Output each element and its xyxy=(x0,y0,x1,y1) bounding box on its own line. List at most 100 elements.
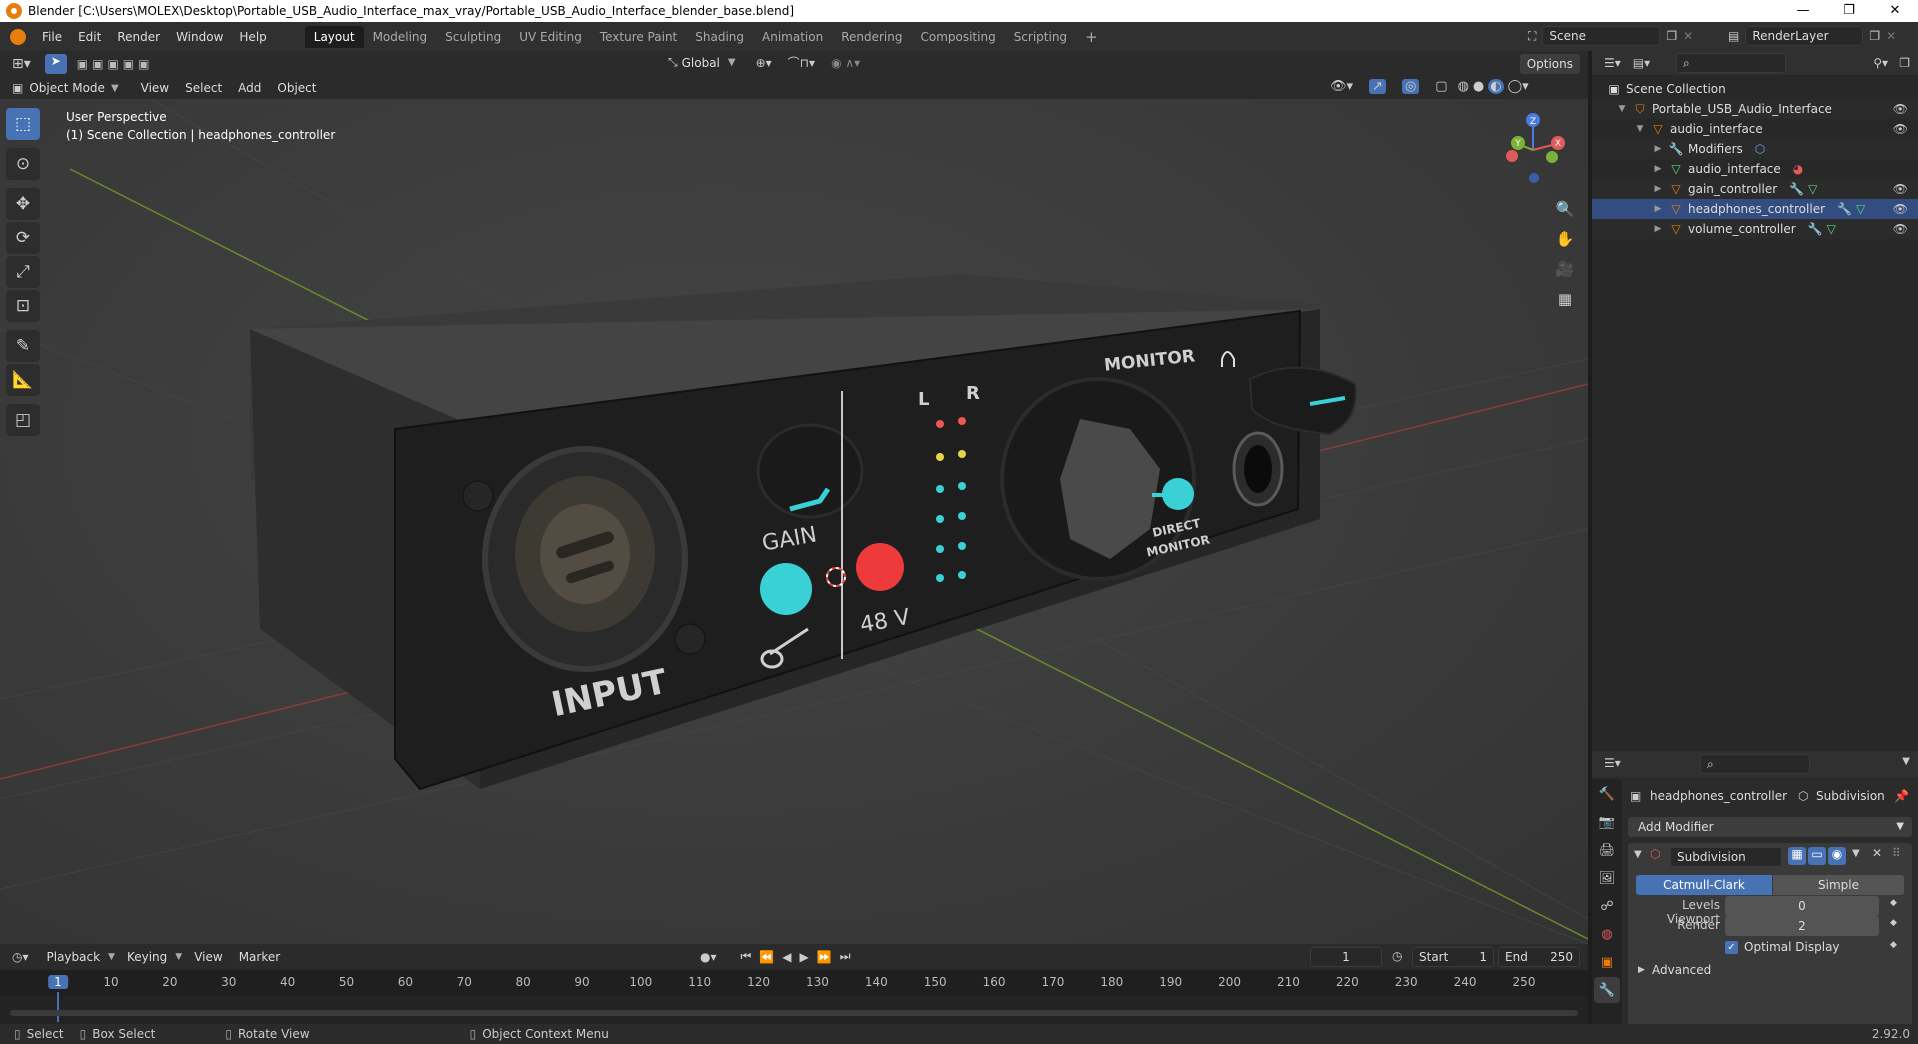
camera-icon[interactable]: 🎥 xyxy=(1552,256,1578,282)
levels-viewport-field[interactable]: 0 xyxy=(1725,896,1879,916)
jump-end-icon[interactable]: ⏭ xyxy=(840,949,851,964)
options-dropdown[interactable]: Options xyxy=(1519,54,1580,74)
drag-handle-icon[interactable]: ⠿ xyxy=(1892,846,1901,860)
3d-viewport[interactable]: INPUT GAIN 48 V L R MONITOR DIRECT MONIT… xyxy=(0,99,1588,944)
eye-icon[interactable]: 👁 xyxy=(1893,219,1908,239)
tab-texture-paint[interactable]: Texture Paint xyxy=(591,26,686,48)
advanced-arrow-icon[interactable]: ▶ xyxy=(1638,965,1645,975)
viewport-menu-add[interactable]: Add xyxy=(230,81,269,95)
editor-type-icon[interactable]: ⊞▾ xyxy=(12,56,31,72)
menu-edit[interactable]: Edit xyxy=(70,30,109,44)
render-levels-field[interactable]: 2 xyxy=(1725,916,1879,936)
visibility-icon[interactable]: 👁▾ xyxy=(1330,79,1353,94)
current-frame-field[interactable]: 1 xyxy=(1310,947,1382,967)
world-tab-icon[interactable]: ◍ xyxy=(1594,921,1620,947)
timeline-playback-menu[interactable]: Playback xyxy=(39,950,109,964)
scale-tool-icon[interactable]: ⤢ xyxy=(6,256,40,288)
expand-arrow-icon[interactable]: ▶ xyxy=(1652,219,1664,239)
orientation-dropdown[interactable]: Global xyxy=(682,56,720,70)
play-icon[interactable]: ▶ xyxy=(800,950,809,964)
object-tab-icon[interactable]: ▣ xyxy=(1594,949,1620,975)
expand-arrow-icon[interactable]: ▼ xyxy=(1616,99,1628,119)
cursor-tool-icon[interactable]: ⊙ xyxy=(6,148,40,180)
view-layer-tab-icon[interactable]: 🖼 xyxy=(1594,865,1620,891)
outliner-row-headphones-controller[interactable]: ▶ ▽ headphones_controller 🔧 ▽ 👁 xyxy=(1592,199,1918,219)
minimize-button[interactable]: — xyxy=(1780,0,1826,22)
properties-editor-icon[interactable]: ☰▾ xyxy=(1604,756,1621,770)
viewport-menu-select[interactable]: Select xyxy=(177,81,230,95)
collapse-arrow-icon[interactable]: ▼ xyxy=(1634,849,1642,860)
eye-icon[interactable]: 👁 xyxy=(1893,179,1908,199)
mode-dropdown[interactable]: Object Mode xyxy=(29,81,105,95)
scene-tab-icon[interactable]: ☍ xyxy=(1594,893,1620,919)
optimal-display-checkbox[interactable]: ✓ xyxy=(1725,941,1738,954)
timeline-ruler[interactable]: 1 10 20 30 40 50 60 70 80 90 100 110 120 130 140 150 160… xyxy=(0,970,1588,1022)
select-box-tool-icon[interactable]: ⬚ xyxy=(6,108,40,140)
render-tab-icon[interactable]: 📷 xyxy=(1594,809,1620,835)
tab-sculpting[interactable]: Sculpting xyxy=(436,26,510,48)
outliner-row-audio-interface-mesh[interactable]: ▶ ▽ audio_interface ◕ xyxy=(1592,159,1918,179)
tab-rendering[interactable]: Rendering xyxy=(832,26,911,48)
menu-file[interactable]: File xyxy=(34,30,70,44)
gizmo-toggle-icon[interactable]: ↗ xyxy=(1369,79,1386,94)
pin-icon[interactable]: 📌 xyxy=(1894,789,1909,803)
zoom-icon[interactable]: 🔍 xyxy=(1552,196,1578,222)
close-button[interactable]: ✕ xyxy=(1872,0,1918,22)
expand-arrow-icon[interactable]: ▶ xyxy=(1652,159,1664,179)
tab-scripting[interactable]: Scripting xyxy=(1005,26,1076,48)
annotate-tool-icon[interactable]: ✎ xyxy=(6,330,40,362)
keyframe-dot-icon[interactable]: ◆ xyxy=(1890,918,1897,928)
pivot-icon[interactable]: ⊕▾ xyxy=(756,56,772,70)
overlay-toggle-icon[interactable]: ◎ xyxy=(1401,79,1420,94)
outliner-row-modifiers[interactable]: ▶ 🔧 Modifiers ⬡ xyxy=(1592,139,1918,159)
tab-uv-editing[interactable]: UV Editing xyxy=(510,26,591,48)
edit-mode-toggle-icon[interactable]: ▦ xyxy=(1788,847,1806,865)
outliner-scene-collection[interactable]: ▣ Scene Collection xyxy=(1592,79,1918,99)
outliner-row-audio-interface[interactable]: ▼ ▽ audio_interface 👁 xyxy=(1592,119,1918,139)
blender-menu-icon[interactable] xyxy=(10,28,26,45)
end-frame-field[interactable]: End 250 xyxy=(1498,947,1580,967)
tool-tab-icon[interactable]: 🔨 xyxy=(1594,781,1620,807)
filter-icon[interactable]: ⚲▾ xyxy=(1873,56,1888,70)
add-workspace-button[interactable]: + xyxy=(1076,26,1107,48)
display-mode-icon[interactable]: ▤▾ xyxy=(1633,56,1650,70)
menu-window[interactable]: Window xyxy=(168,30,231,44)
modifier-tab-icon[interactable]: 🔧 xyxy=(1594,977,1620,1003)
measure-tool-icon[interactable]: 📐 xyxy=(6,364,40,396)
eye-icon[interactable]: 👁 xyxy=(1893,119,1908,139)
maximize-button[interactable]: ❐ xyxy=(1826,0,1872,22)
next-keyframe-icon[interactable]: ⏩ xyxy=(817,950,832,964)
tab-animation[interactable]: Animation xyxy=(753,26,832,48)
expand-arrow-icon[interactable]: ▶ xyxy=(1652,139,1664,159)
timeline-scrollbar[interactable] xyxy=(10,1010,1578,1016)
shading-material-icon[interactable]: ◐ xyxy=(1488,79,1504,94)
render-layer-field[interactable]: RenderLayer xyxy=(1745,26,1864,46)
shading-solid-icon[interactable]: ● xyxy=(1473,79,1484,94)
play-reverse-icon[interactable]: ◀ xyxy=(782,950,791,964)
viewport-menu-view[interactable]: View xyxy=(133,81,177,95)
outliner-row-portable-usb[interactable]: ▼ ⛉ Portable_USB_Audio_Interface 👁 xyxy=(1592,99,1918,119)
expand-arrow-icon[interactable]: ▶ xyxy=(1652,199,1664,219)
ortho-grid-icon[interactable]: ▦ xyxy=(1552,286,1578,312)
viewport-menu-object[interactable]: Object xyxy=(269,81,324,95)
outliner-search-input[interactable]: ⌕ xyxy=(1676,53,1786,73)
shading-rendered-icon[interactable]: ◯▾ xyxy=(1508,79,1529,94)
layer-delete-icon[interactable]: ✕ xyxy=(1886,29,1896,43)
timeline-marker-menu[interactable]: Marker xyxy=(231,950,288,964)
new-scene-icon[interactable]: ❐ xyxy=(1666,29,1677,43)
eye-icon[interactable]: 👁 xyxy=(1893,199,1908,219)
tab-layout[interactable]: Layout xyxy=(304,25,364,48)
modifier-name-input[interactable]: Subdivision xyxy=(1670,847,1782,867)
catmull-clark-button[interactable]: Catmull-Clark xyxy=(1636,875,1772,895)
expand-arrow-icon[interactable]: ▶ xyxy=(1652,179,1664,199)
properties-options-icon[interactable]: ▼ xyxy=(1902,756,1910,767)
advanced-section[interactable]: Advanced xyxy=(1652,963,1711,977)
modifier-menu-icon[interactable]: ▼ xyxy=(1852,848,1860,859)
add-modifier-dropdown[interactable]: Add Modifier ▼ xyxy=(1628,817,1912,837)
pan-hand-icon[interactable]: ✋ xyxy=(1552,226,1578,252)
snap-icon[interactable]: ⌒⊓▾ xyxy=(788,54,815,71)
new-collection-icon[interactable]: ❐ xyxy=(1899,56,1910,70)
clock-icon[interactable]: ◷ xyxy=(1392,949,1402,963)
outliner-row-gain-controller[interactable]: ▶ ▽ gain_controller 🔧 ▽ 👁 xyxy=(1592,179,1918,199)
add-cube-tool-icon[interactable]: ◰ xyxy=(6,404,40,436)
